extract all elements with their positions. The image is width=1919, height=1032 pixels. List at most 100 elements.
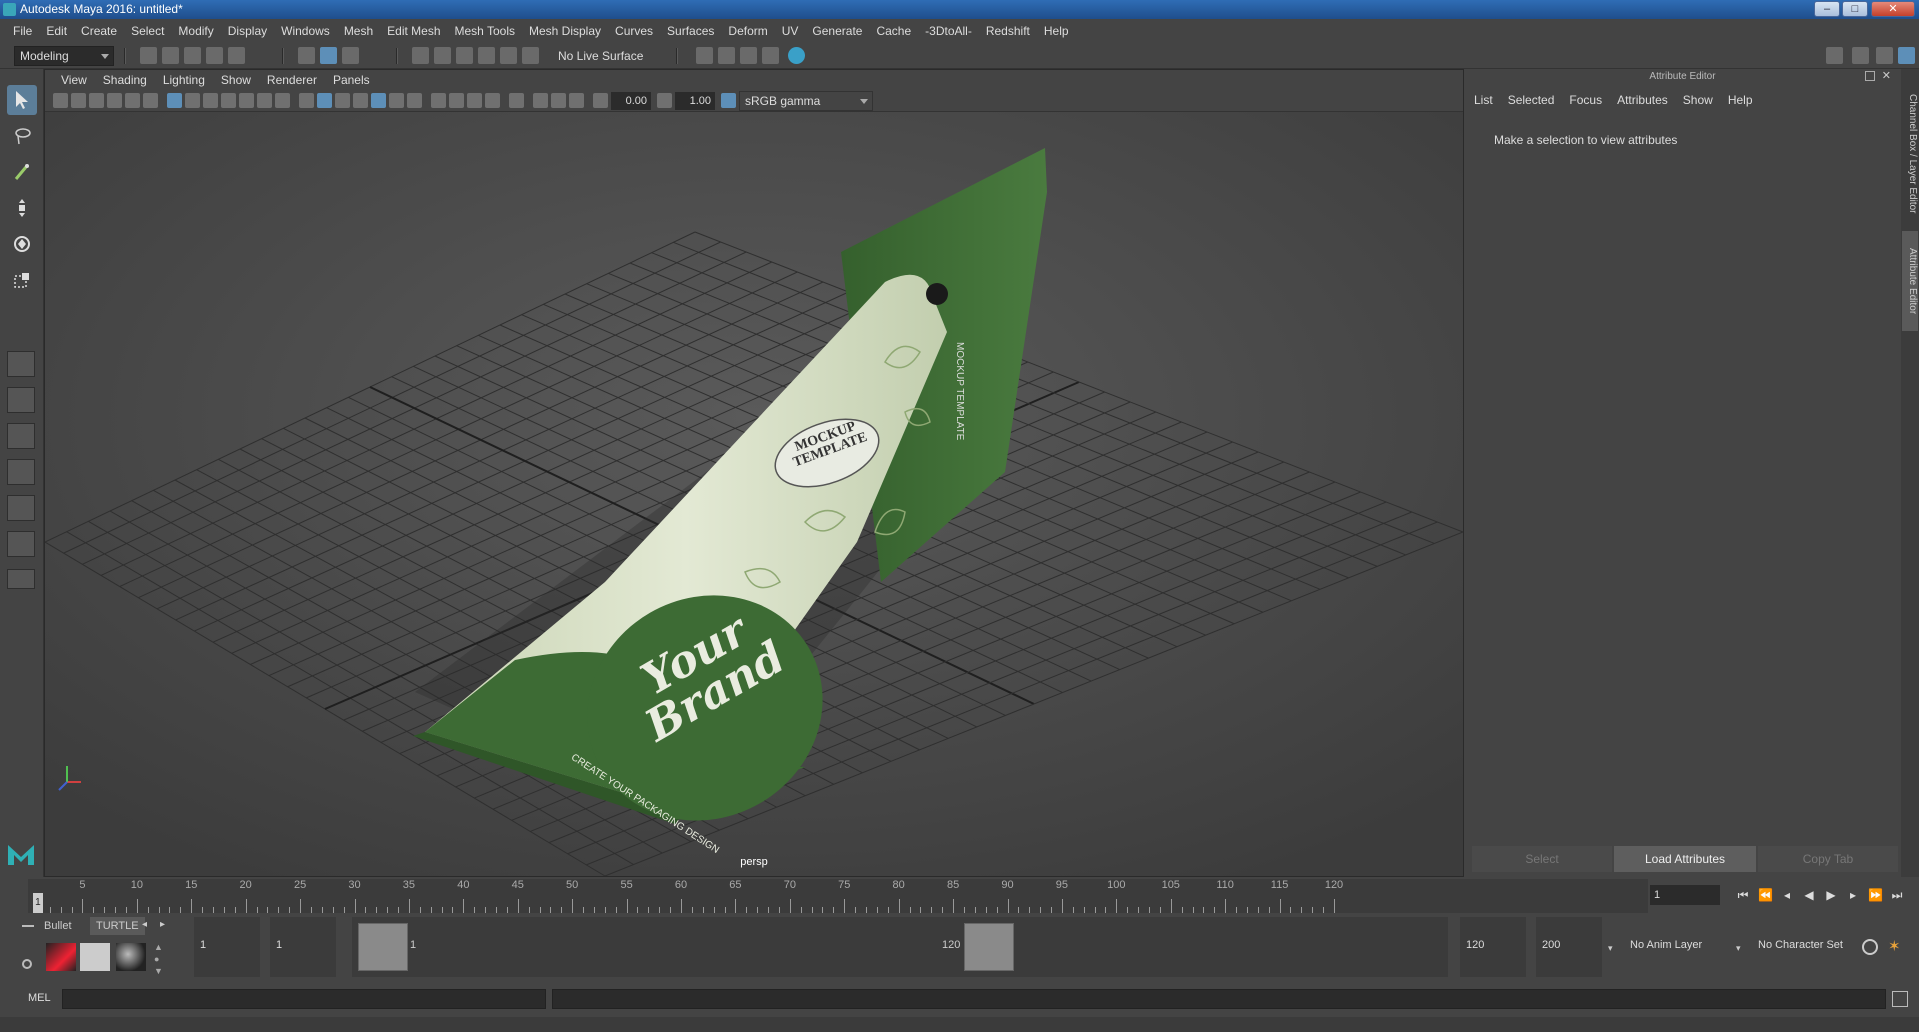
camera-attributes-icon[interactable] bbox=[71, 93, 86, 108]
open-scene-icon[interactable] bbox=[162, 47, 179, 64]
xray-icon[interactable] bbox=[533, 93, 548, 108]
snap-view-plane-icon[interactable] bbox=[478, 47, 495, 64]
wireframe-on-shaded-icon[interactable] bbox=[353, 93, 368, 108]
play-backwards-icon[interactable]: ◀ bbox=[1802, 889, 1816, 901]
toggle-modeling-toolkit-icon[interactable] bbox=[1826, 47, 1843, 64]
tab-attribute-editor[interactable]: Attribute Editor bbox=[1902, 231, 1918, 331]
step-forward-frame-icon[interactable]: ▸ bbox=[1846, 889, 1860, 901]
close-panel-icon[interactable]: ✕ bbox=[1882, 69, 1891, 82]
animation-end-field[interactable]: 200 bbox=[1536, 917, 1602, 977]
animation-start-field[interactable]: 1 bbox=[194, 917, 260, 977]
range-start-handle[interactable] bbox=[358, 923, 408, 971]
gamma-icon[interactable] bbox=[657, 93, 672, 108]
auto-key-icon[interactable] bbox=[1862, 939, 1878, 955]
close-button[interactable]: ✕ bbox=[1871, 1, 1915, 17]
shelf-tab-turtle[interactable]: TURTLE bbox=[90, 917, 145, 935]
gamma-field[interactable]: 1.00 bbox=[675, 92, 715, 110]
menu-mesh-tools[interactable]: Mesh Tools bbox=[448, 24, 522, 38]
step-forward-key-icon[interactable]: ⏩ bbox=[1868, 889, 1883, 901]
undo-icon[interactable] bbox=[206, 47, 223, 64]
go-to-start-icon[interactable]: ⏮ bbox=[1736, 889, 1750, 901]
vp-menu-show[interactable]: Show bbox=[213, 73, 259, 87]
vp-menu-lighting[interactable]: Lighting bbox=[155, 73, 213, 87]
shadows-icon[interactable] bbox=[407, 93, 422, 108]
image-plane-icon[interactable] bbox=[107, 93, 122, 108]
menu-3dtoall[interactable]: -3DtoAll- bbox=[918, 24, 979, 38]
ae-menu-show[interactable]: Show bbox=[1683, 93, 1722, 107]
script-editor-icon[interactable] bbox=[1892, 991, 1908, 1007]
snap-grid-icon[interactable] bbox=[412, 47, 429, 64]
ae-menu-selected[interactable]: Selected bbox=[1508, 93, 1564, 107]
resolution-gate-icon[interactable] bbox=[203, 93, 218, 108]
grease-pencil-icon[interactable] bbox=[143, 93, 158, 108]
ae-menu-attributes[interactable]: Attributes bbox=[1617, 93, 1677, 107]
colorspace-dropdown[interactable]: sRGB gamma bbox=[739, 91, 873, 111]
shelf-settings-gear-icon[interactable] bbox=[22, 959, 32, 969]
turtle-bake-shelf-icon[interactable] bbox=[80, 943, 110, 971]
select-object-icon[interactable] bbox=[320, 47, 337, 64]
mel-command-input[interactable] bbox=[62, 989, 546, 1009]
ae-menu-list[interactable]: List bbox=[1474, 93, 1502, 107]
bookmark-icon[interactable] bbox=[89, 93, 104, 108]
time-ruler[interactable]: 5 10 15 20 25 30 35 40 45 50 55 60 65 70 75 80 85 90 95 100… bbox=[28, 879, 1648, 913]
snap-live-icon[interactable] bbox=[500, 47, 517, 64]
xray-joints-icon[interactable] bbox=[551, 93, 566, 108]
menu-cache[interactable]: Cache bbox=[869, 24, 918, 38]
film-gate-icon[interactable] bbox=[185, 93, 200, 108]
mode-dropdown[interactable]: Modeling bbox=[14, 46, 114, 66]
depth-of-field-icon[interactable] bbox=[485, 93, 500, 108]
maximize-button[interactable]: □ bbox=[1842, 1, 1868, 17]
snap-curve-icon[interactable] bbox=[434, 47, 451, 64]
persp-outliner-layout-button[interactable] bbox=[7, 423, 35, 449]
default-material-icon[interactable] bbox=[335, 93, 350, 108]
menu-uv[interactable]: UV bbox=[775, 24, 806, 38]
select-tool-button[interactable] bbox=[7, 85, 37, 115]
live-surface-field[interactable]: No Live Surface bbox=[552, 46, 652, 66]
menu-file[interactable]: File bbox=[6, 24, 39, 38]
snap-point-icon[interactable] bbox=[456, 47, 473, 64]
shelf-scroll-left-icon[interactable]: ◂ bbox=[142, 919, 147, 930]
turtle-render-shelf-icon[interactable] bbox=[46, 943, 76, 971]
current-time-marker[interactable]: 1 bbox=[32, 893, 43, 913]
menu-select[interactable]: Select bbox=[124, 24, 171, 38]
range-end-handle[interactable] bbox=[964, 923, 1014, 971]
layout-menu-button[interactable] bbox=[7, 569, 35, 589]
select-hierarchy-icon[interactable] bbox=[298, 47, 315, 64]
exposure-icon[interactable] bbox=[593, 93, 608, 108]
rotate-tool-button[interactable] bbox=[7, 229, 37, 259]
textured-icon[interactable] bbox=[371, 93, 386, 108]
play-forwards-icon[interactable]: ▶ bbox=[1824, 889, 1838, 901]
3d-scene[interactable]: MOCKUP TEMPLATE Your Brand CREATE YOUR P… bbox=[45, 112, 1463, 876]
chevron-down-icon[interactable]: ▾ bbox=[1608, 943, 1613, 954]
vp-menu-panels[interactable]: Panels bbox=[325, 73, 378, 87]
minimize-button[interactable]: – bbox=[1814, 1, 1840, 17]
copy-tab-button[interactable]: Copy Tab bbox=[1758, 846, 1898, 872]
safe-title-icon[interactable] bbox=[275, 93, 290, 108]
snap-magnet-icon[interactable] bbox=[522, 47, 539, 64]
tab-channel-box[interactable]: Channel Box / Layer Editor bbox=[1902, 79, 1918, 229]
menu-deform[interactable]: Deform bbox=[721, 24, 774, 38]
step-back-key-icon[interactable]: ⏪ bbox=[1758, 889, 1773, 901]
xray-components-icon[interactable] bbox=[569, 93, 584, 108]
smooth-shade-icon[interactable] bbox=[317, 93, 332, 108]
redo-icon[interactable] bbox=[228, 47, 245, 64]
animation-preferences-icon[interactable]: ✶ bbox=[1888, 937, 1901, 955]
shelf-menu-icon[interactable] bbox=[22, 925, 34, 927]
menu-display[interactable]: Display bbox=[221, 24, 274, 38]
anim-layer-dropdown[interactable]: No Anim Layer bbox=[1624, 917, 1724, 977]
turtle-sphere-shelf-icon[interactable] bbox=[116, 943, 146, 971]
menu-edit-mesh[interactable]: Edit Mesh bbox=[380, 24, 447, 38]
grid-icon[interactable] bbox=[167, 93, 182, 108]
move-tool-button[interactable] bbox=[7, 193, 37, 223]
select-camera-icon[interactable] bbox=[53, 93, 68, 108]
render-view-icon[interactable] bbox=[762, 47, 779, 64]
save-scene-icon[interactable] bbox=[184, 47, 201, 64]
screen-space-ao-icon[interactable] bbox=[431, 93, 446, 108]
float-panel-icon[interactable] bbox=[1865, 71, 1875, 81]
anti-aliasing-icon[interactable] bbox=[467, 93, 482, 108]
menu-surfaces[interactable]: Surfaces bbox=[660, 24, 721, 38]
playback-start-field[interactable]: 1 bbox=[270, 917, 336, 977]
hypershade-icon[interactable] bbox=[788, 47, 805, 64]
menu-modify[interactable]: Modify bbox=[171, 24, 220, 38]
select-component-icon[interactable] bbox=[342, 47, 359, 64]
